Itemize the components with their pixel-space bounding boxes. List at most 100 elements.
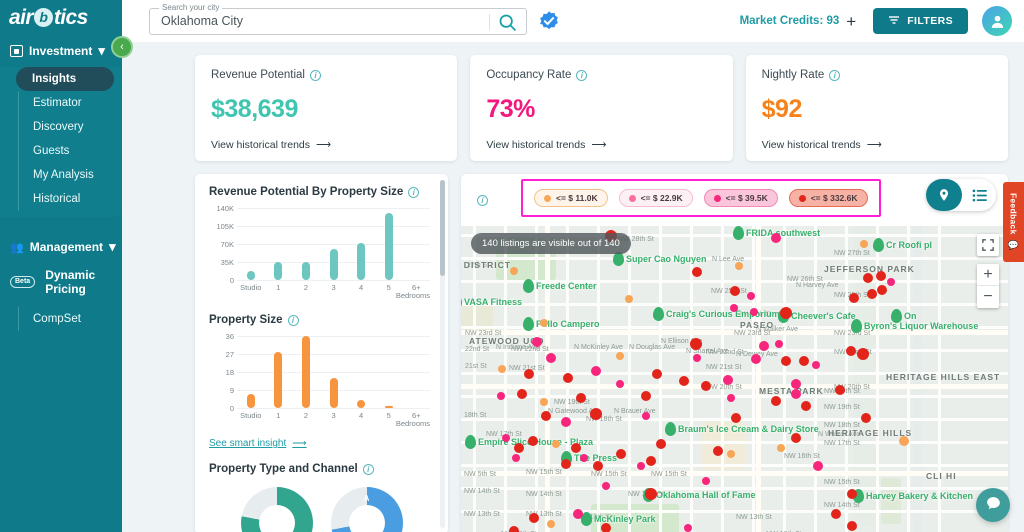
- map-listing-dot[interactable]: [616, 449, 626, 459]
- map-listing-dot[interactable]: [540, 398, 548, 406]
- map-listing-dot[interactable]: [498, 365, 506, 373]
- search-icon[interactable]: [497, 12, 518, 33]
- chart-bar[interactable]: [357, 400, 366, 408]
- map-listing-dot[interactable]: [641, 391, 651, 401]
- map-poi-pin[interactable]: [851, 319, 862, 333]
- map-listing-dot[interactable]: [775, 340, 783, 348]
- chart-bar-cell[interactable]: [292, 208, 320, 280]
- verified-badge-icon[interactable]: [538, 10, 560, 32]
- map-listing-dot[interactable]: [590, 408, 602, 420]
- map-canvas[interactable]: NW 28th St 27th St NW 27th St NW 26th St NW …: [461, 226, 1008, 532]
- chart-bar-cell[interactable]: [347, 336, 375, 408]
- map-listing-dot[interactable]: [899, 436, 909, 446]
- map-legend-pill-2[interactable]: <= $ 39.5K: [703, 189, 778, 207]
- map-listing-dot[interactable]: [692, 267, 702, 277]
- sidebar-group-investment[interactable]: Investment ▾: [0, 35, 122, 67]
- kpi-revenue-potential-link[interactable]: View historical trends ⟶: [211, 139, 441, 151]
- chart-bar-cell[interactable]: [320, 208, 348, 280]
- map-listing-dot[interactable]: [702, 477, 710, 485]
- map-listing-dot[interactable]: [684, 524, 692, 532]
- map-listing-dot[interactable]: [887, 278, 895, 286]
- map-listing-dot[interactable]: [646, 456, 656, 466]
- feedback-tab[interactable]: Feedback 💬: [1003, 182, 1024, 262]
- map-listing-dot[interactable]: [593, 461, 603, 471]
- map-listing-dot[interactable]: [637, 462, 645, 470]
- user-avatar[interactable]: [982, 6, 1012, 36]
- info-icon[interactable]: i: [362, 463, 374, 475]
- map-listing-dot[interactable]: [713, 446, 723, 456]
- map-listing-dot[interactable]: [877, 285, 887, 295]
- map-listing-dot[interactable]: [546, 353, 556, 363]
- map-poi-pin[interactable]: [653, 307, 664, 321]
- map-listing-dot[interactable]: [616, 380, 624, 388]
- map-poi-pin[interactable]: [873, 238, 884, 252]
- map-listing-dot[interactable]: [514, 443, 524, 453]
- chart-bar-cell[interactable]: [320, 336, 348, 408]
- map-listing-dot[interactable]: [731, 413, 741, 423]
- map-listing-dot[interactable]: [791, 433, 801, 443]
- map-listing-dot[interactable]: [860, 240, 868, 248]
- map-listing-dot[interactable]: [730, 304, 738, 312]
- map-listing-dot[interactable]: [602, 482, 610, 490]
- map-listing-dot[interactable]: [656, 439, 666, 449]
- zoom-in-button[interactable]: +: [977, 264, 999, 286]
- map-listing-dot[interactable]: [517, 389, 527, 399]
- map-listing-dot[interactable]: [580, 454, 588, 462]
- chart-bar-cell[interactable]: [292, 336, 320, 408]
- map-listing-dot[interactable]: [528, 436, 538, 446]
- chart-bar[interactable]: [274, 261, 283, 280]
- chart-bar[interactable]: [274, 352, 283, 408]
- sidebar-item-guests[interactable]: Guests: [18, 139, 114, 163]
- chart-bar-cell[interactable]: [347, 208, 375, 280]
- chart-bar[interactable]: [329, 378, 338, 408]
- map-listing-dot[interactable]: [867, 289, 877, 299]
- map-listing-dot[interactable]: [625, 295, 633, 303]
- map-listing-dot[interactable]: [540, 319, 548, 327]
- map-listing-dot[interactable]: [831, 509, 841, 519]
- map-listing-dot[interactable]: [812, 361, 820, 369]
- map-listing-dot[interactable]: [642, 412, 650, 420]
- filters-button[interactable]: FILTERS: [873, 8, 968, 34]
- map-listing-dot[interactable]: [847, 521, 857, 531]
- fullscreen-icon[interactable]: [977, 234, 999, 256]
- kpi-nightly-rate-link[interactable]: View historical trends ⟶: [762, 139, 992, 151]
- map-listing-dot[interactable]: [679, 376, 689, 386]
- chart-bar-cell[interactable]: [265, 336, 293, 408]
- map-poi-pin[interactable]: [665, 422, 676, 436]
- map-listing-dot[interactable]: [847, 489, 857, 499]
- map-listing-dot[interactable]: [835, 385, 845, 395]
- map-listing-dot[interactable]: [645, 488, 657, 500]
- map-listing-dot[interactable]: [512, 454, 520, 462]
- map-listing-dot[interactable]: [735, 262, 743, 270]
- map-listing-dot[interactable]: [723, 375, 733, 385]
- map-listing-dot[interactable]: [601, 523, 611, 532]
- chart-bar-cell[interactable]: [237, 336, 265, 408]
- map-listing-dot[interactable]: [547, 520, 555, 528]
- chart-bar[interactable]: [384, 213, 393, 280]
- chart-bar[interactable]: [246, 394, 255, 408]
- map-listing-dot[interactable]: [529, 513, 539, 523]
- chart-bar[interactable]: [357, 242, 366, 280]
- map-listing-dot[interactable]: [727, 394, 735, 402]
- chart-bar-cell[interactable]: [237, 208, 265, 280]
- map-listing-dot[interactable]: [509, 526, 519, 532]
- add-credits-button[interactable]: +: [846, 13, 856, 30]
- see-smart-insight-link[interactable]: See smart insight ⟶: [209, 438, 434, 449]
- map-listing-dot[interactable]: [730, 286, 740, 296]
- map-listing-dot[interactable]: [846, 346, 856, 356]
- map-listing-dot[interactable]: [524, 369, 534, 379]
- map-listing-dot[interactable]: [747, 292, 755, 300]
- chart-bar[interactable]: [301, 261, 310, 280]
- search-input[interactable]: Search your city Oklahoma City: [149, 2, 527, 35]
- sidebar-collapse-button[interactable]: ‹: [111, 36, 133, 58]
- map-listing-dot[interactable]: [561, 417, 571, 427]
- map-listing-dot[interactable]: [861, 413, 871, 423]
- sidebar-item-estimator[interactable]: Estimator: [18, 91, 114, 115]
- info-icon[interactable]: i: [829, 69, 841, 81]
- sidebar-item-compset[interactable]: CompSet: [18, 307, 114, 331]
- chat-widget-button[interactable]: [976, 488, 1010, 522]
- sidebar-item-historical[interactable]: Historical: [18, 187, 114, 211]
- map-listing-dot[interactable]: [497, 392, 505, 400]
- info-icon[interactable]: i: [309, 69, 321, 81]
- map-legend-pill-1[interactable]: <= $ 22.9K: [618, 189, 693, 207]
